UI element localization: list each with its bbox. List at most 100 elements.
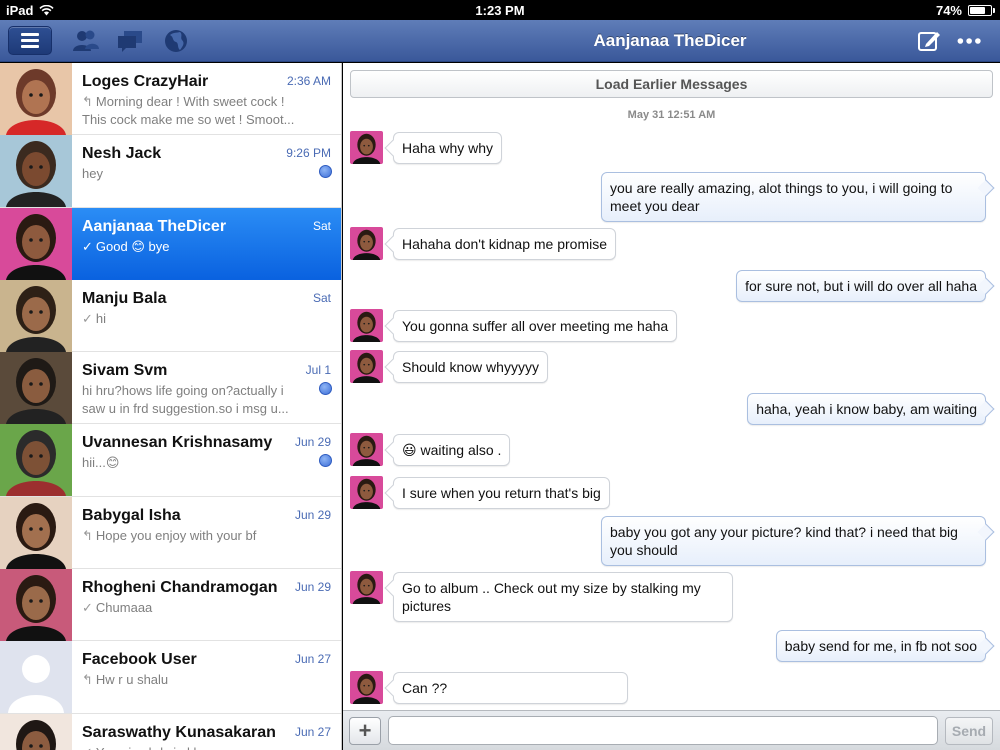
avatar-photo [0, 352, 72, 425]
conversation-list: Loges CrazyHair 2:36 AM ↰ Morning dear ! Wi… [0, 63, 342, 750]
messages-icon[interactable] [116, 28, 144, 54]
reply-icon: ↰ [82, 94, 93, 109]
battery-icon [968, 5, 995, 16]
outgoing-message: haha, yeah i know baby, am waiting [747, 393, 986, 425]
conversation-name: Uvannesan Krishnasamy [82, 434, 273, 452]
avatar-photo [350, 131, 383, 164]
conversation-row[interactable]: Facebook User Jun 27 ↰ Hw r u shalu [0, 641, 341, 714]
conversation-date: Jun 27 [294, 724, 331, 739]
avatar-photo [350, 433, 383, 466]
conversation-date: 9:26 PM [286, 146, 331, 161]
conversation-date: Jun 29 [294, 507, 331, 522]
reply-icon: ↰ [82, 527, 93, 543]
unread-indicator [319, 165, 332, 179]
conversation-row[interactable]: Uvannesan Krishnasamy Jun 29 hii...😊 [0, 424, 341, 497]
conversation-row[interactable]: Babygal Isha Jun 29 ↰ Hope you enjoy with y… [0, 496, 341, 570]
message-avatar [350, 476, 383, 509]
avatar [0, 279, 72, 352]
message-avatar [350, 227, 383, 260]
conversation-date: Jul 1 [305, 363, 331, 378]
avatar-photo [0, 63, 72, 135]
composer: + Send [343, 710, 1000, 750]
conversation-name: Nesh Jack [82, 145, 162, 163]
conversation-row[interactable]: Saraswathy Kunasakaran Jun 27 ✓Yup sis alr… [0, 713, 341, 750]
battery-percent: 74% [935, 3, 962, 18]
incoming-message: 😃 waiting also . [393, 434, 511, 466]
check-icon: ✓ [82, 238, 93, 254]
chat-thread: Load Earlier Messages May 31 12:51 AM Ha… [343, 63, 1000, 713]
status-bar: iPad 1:23 PM 74% [0, 0, 1000, 20]
avatar-photo [0, 424, 72, 497]
conversation-row[interactable]: Aanjanaa TheDicer Sat ✓ Good 😊 bye [0, 207, 341, 280]
conversation-preview: ✓ Good 😊 bye [82, 238, 307, 256]
preview-text: hey [82, 166, 103, 182]
conversation-preview: ↰ Hw r u shalu [82, 671, 307, 689]
send-button[interactable]: Send [945, 717, 993, 745]
conversation-row[interactable]: Manju Bala Sat ✓ hi [0, 279, 341, 353]
conversation-preview: ↰ Morning dear ! With sweet cock ! This c… [82, 93, 307, 129]
conversation-row[interactable]: Rhogheni Chandramogan Jun 29 ✓ Chumaaa [0, 569, 341, 642]
preview-text: Good 😊 bye [95, 238, 170, 254]
default-avatar-icon [0, 641, 72, 714]
message-avatar [350, 350, 383, 383]
conversation-date: Sat [312, 218, 331, 233]
conversation-preview: ↰ Hope you enjoy with your bf [82, 527, 307, 545]
message-avatar [350, 433, 383, 466]
conversation-name: Rhogheni Chandramogan [82, 579, 278, 597]
conversation-preview: ✓ Chumaaa [82, 599, 307, 617]
add-attachment-button[interactable]: + [349, 717, 381, 745]
avatar [0, 352, 72, 425]
check-icon: ✓ [82, 745, 93, 750]
incoming-message: You gonna suffer all over meeting me hah… [393, 310, 678, 342]
menu-button[interactable] [8, 26, 52, 55]
message-input[interactable] [388, 716, 938, 745]
preview-text: Chumaaa [95, 600, 153, 616]
incoming-message: Go to album .. Check out my size by stal… [393, 572, 733, 622]
preview-text: hi [95, 310, 107, 326]
avatar [0, 713, 72, 750]
message-avatar [350, 131, 383, 164]
clock: 1:23 PM [475, 3, 525, 18]
conversation-date: 2:36 AM [286, 74, 331, 88]
friends-icon[interactable] [72, 28, 100, 54]
outgoing-message: for sure not, but i will do over all hah… [736, 270, 986, 302]
compose-icon[interactable] [915, 28, 943, 54]
conversation-row[interactable]: Sivam Svm Jul 1 hi hru?hows life going on?… [0, 352, 341, 425]
avatar-photo [0, 496, 72, 569]
avatar-photo [0, 135, 72, 208]
conversation-name: Aanjanaa TheDicer [82, 217, 227, 235]
load-earlier-button[interactable]: Load Earlier Messages [350, 70, 993, 98]
avatar-photo [0, 569, 72, 642]
conversation-date: Jun 27 [294, 652, 331, 667]
check-icon: ✓ [82, 310, 93, 326]
conversation-date: Jun 29 [294, 580, 331, 595]
outgoing-message: baby send for me, in fb not soo [775, 630, 986, 662]
avatar-photo [350, 476, 383, 509]
conversation-preview: ✓ hi [82, 310, 307, 328]
conversation-row[interactable]: Nesh Jack 9:26 PM hey [0, 135, 341, 208]
avatar [0, 207, 72, 280]
incoming-message: I sure when you return that's big [393, 477, 610, 509]
conversation-name: Sivam Svm [82, 362, 168, 380]
unread-indicator [319, 382, 332, 396]
globe-icon[interactable] [162, 28, 190, 54]
preview-text: hi hru?hows life going on?actually i saw… [82, 383, 289, 417]
conversation-name: Manju Bala [82, 289, 167, 307]
unread-indicator [319, 454, 332, 468]
message-avatar [350, 309, 383, 342]
avatar [0, 63, 72, 135]
incoming-message: Haha why why [393, 132, 503, 164]
menu-icon [21, 33, 39, 36]
conversation-row[interactable]: Loges CrazyHair 2:36 AM ↰ Morning dear ! Wi… [0, 63, 341, 136]
conversation-date: Jun 29 [294, 435, 331, 450]
date-separator: May 31 12:51 AM [627, 109, 716, 121]
conversation-name: Facebook User [82, 651, 197, 669]
incoming-message: Should know whyyyyy [393, 351, 548, 383]
check-icon: ✓ [82, 600, 93, 616]
conversation-name: Loges CrazyHair [82, 73, 209, 90]
more-icon[interactable] [956, 28, 984, 54]
conversation-preview: hey [82, 165, 307, 183]
avatar [0, 641, 72, 714]
avatar-photo [350, 671, 383, 704]
reply-icon: ↰ [82, 672, 93, 688]
